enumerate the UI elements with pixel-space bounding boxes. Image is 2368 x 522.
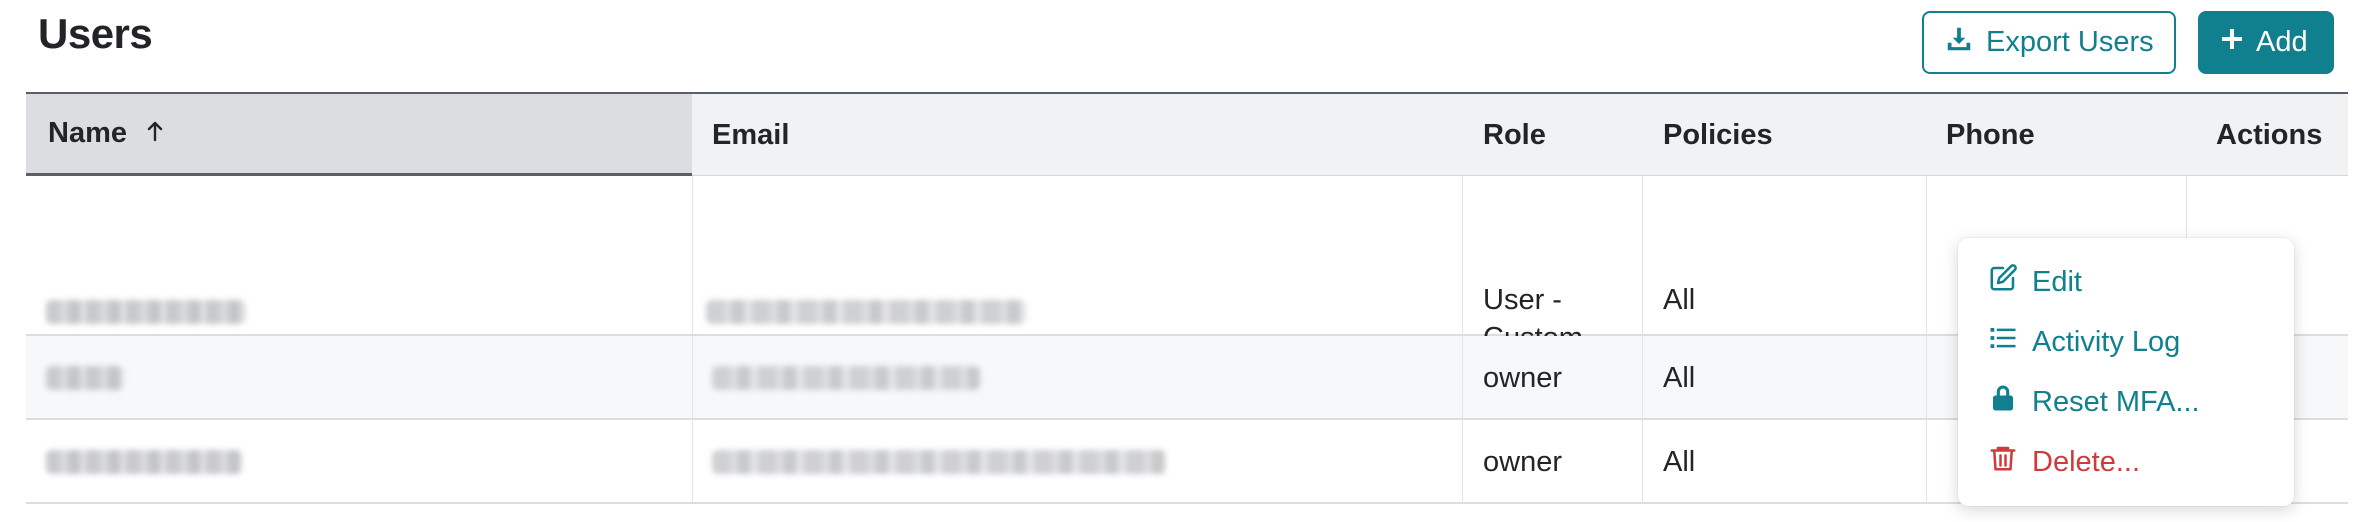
policies-cell: All: [1663, 362, 1696, 394]
column-header-actions: Actions: [2216, 118, 2323, 151]
column-header-role[interactable]: Role: [1483, 94, 1546, 176]
column-divider: [1642, 420, 1643, 502]
sort-ascending-icon: [145, 117, 165, 150]
menu-item-label: Edit: [2032, 265, 2082, 298]
column-header-email[interactable]: Email: [692, 94, 789, 176]
column-divider: [1462, 336, 1463, 418]
column-divider: [1462, 420, 1463, 502]
redacted-email: [712, 450, 1166, 474]
column-divider: [692, 420, 693, 502]
column-divider: [1926, 336, 1927, 418]
column-divider: [1926, 420, 1927, 502]
table-header: Name Email Role Policies Phone Actions: [26, 92, 2348, 176]
export-users-label: Export Users: [1986, 26, 2154, 58]
trash-icon: [1988, 443, 2032, 481]
menu-item-reset-mfa[interactable]: Reset MFA...: [1988, 382, 2200, 422]
role-cell: owner: [1483, 446, 1562, 478]
redacted-name: [46, 366, 124, 390]
column-divider: [692, 176, 693, 334]
column-header-policies[interactable]: Policies: [1663, 94, 1773, 176]
page-title: Users: [38, 10, 153, 57]
menu-item-edit[interactable]: Edit: [1988, 262, 2082, 302]
export-users-button[interactable]: Export Users: [1922, 11, 2176, 74]
menu-item-label: Activity Log: [2032, 325, 2181, 358]
column-header-name[interactable]: Name: [26, 94, 692, 176]
redacted-email: [712, 366, 980, 390]
add-label: Add: [2256, 26, 2308, 58]
redacted-name: [46, 300, 246, 324]
role-cell: owner: [1483, 362, 1562, 394]
column-divider: [692, 336, 693, 418]
list-icon: [1988, 323, 2032, 361]
column-divider: [1462, 176, 1463, 334]
lock-icon: [1988, 383, 2032, 421]
edit-icon: [1988, 263, 2032, 301]
column-divider: [1642, 336, 1643, 418]
menu-item-delete[interactable]: Delete...: [1988, 442, 2140, 482]
plus-icon: [2220, 26, 2256, 59]
column-header-phone[interactable]: Phone: [1946, 94, 2035, 176]
add-user-button[interactable]: Add: [2198, 11, 2334, 74]
policies-cell: All: [1663, 446, 1696, 478]
menu-item-activity-log[interactable]: Activity Log: [1988, 322, 2180, 362]
column-divider: [1642, 176, 1643, 334]
actions-menu: Edit Activity Log Reset MFA... Delete...: [1958, 238, 2294, 506]
policies-cell: All: [1663, 284, 1696, 316]
menu-item-label: Reset MFA...: [2032, 385, 2200, 418]
download-icon: [1944, 24, 1986, 62]
column-divider: [1926, 176, 1927, 334]
redacted-name: [46, 450, 242, 474]
redacted-email: [706, 300, 1026, 324]
menu-item-label: Delete...: [2032, 445, 2140, 478]
